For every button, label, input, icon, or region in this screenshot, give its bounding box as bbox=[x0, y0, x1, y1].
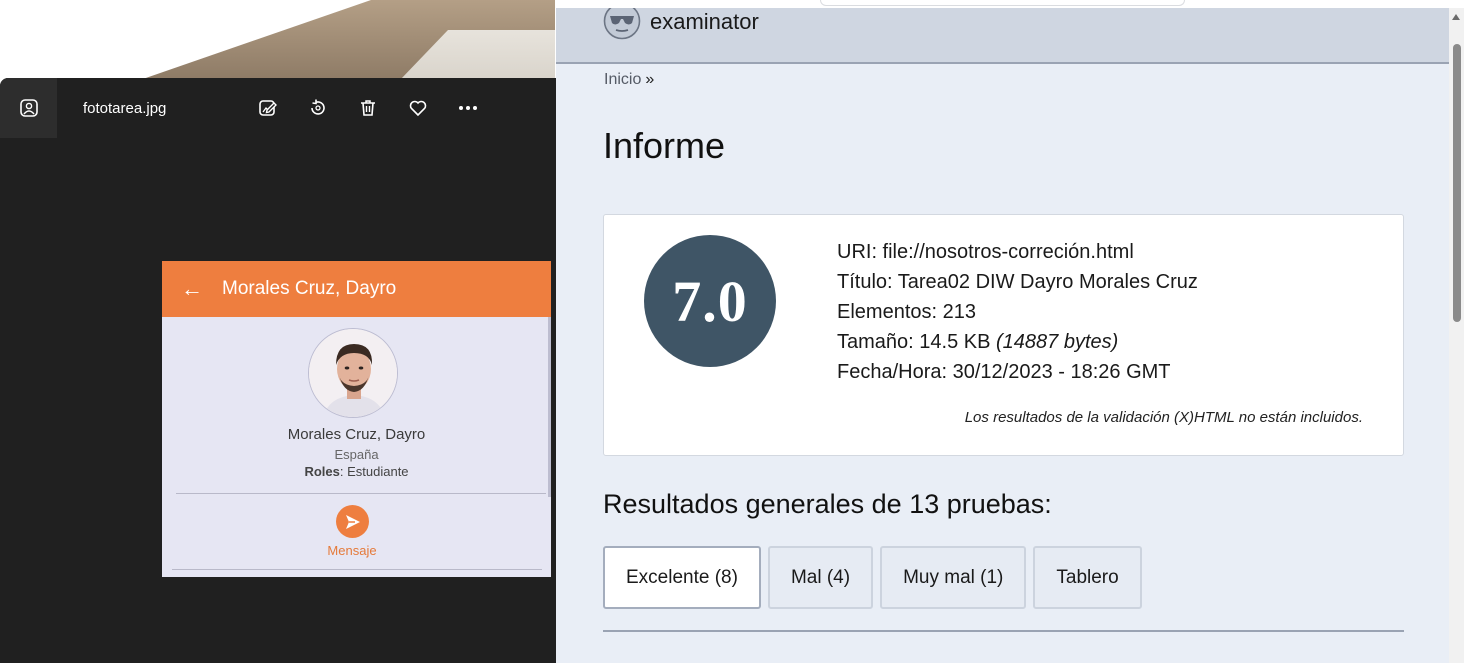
profile-country: España bbox=[334, 447, 379, 462]
scroll-up-arrow-icon[interactable] bbox=[1452, 14, 1460, 20]
photo-divider bbox=[176, 493, 546, 494]
validation-note: Los resultados de la validación (X)HTML … bbox=[964, 409, 1363, 426]
report-title: Título: Tarea02 DIW Dayro Morales Cruz bbox=[837, 271, 1198, 293]
breadcrumb-home-link[interactable]: Inicio bbox=[604, 71, 641, 88]
profile-roles: Roles: Estudiante bbox=[162, 464, 551, 479]
breadcrumb: Inicio» bbox=[604, 71, 654, 89]
report-elements: Elementos: 213 bbox=[837, 301, 976, 323]
site-header: examinator bbox=[556, 8, 1449, 64]
photo-viewer-window: fototarea.jpg ← Morales Cruz, Dayro Mora… bbox=[0, 78, 556, 663]
report-datetime: Fecha/Hora: 30/12/2023 - 18:26 GMT bbox=[837, 361, 1171, 383]
more-icon[interactable] bbox=[443, 88, 493, 128]
site-brand[interactable]: examinator bbox=[650, 9, 759, 35]
report-metadata: URI: file://nosotros-correción.html Títu… bbox=[837, 237, 1198, 387]
breadcrumb-separator: » bbox=[645, 71, 655, 88]
report-size-bytes: (14887 bytes) bbox=[995, 331, 1119, 353]
roles-value: : Estudiante bbox=[339, 464, 409, 479]
avatar bbox=[308, 328, 398, 418]
file-name: fototarea.jpg bbox=[83, 99, 167, 117]
tab-excelente[interactable]: Excelente (8) bbox=[603, 546, 761, 609]
delete-icon[interactable] bbox=[343, 88, 393, 128]
profile-name: Morales Cruz, Dayro bbox=[287, 426, 426, 443]
report-size: Tamaño: 14.5 KB (14887 bytes) bbox=[837, 327, 1198, 357]
report-card: 7.0 URI: file://nosotros-correción.html … bbox=[603, 214, 1404, 456]
viewer-tools bbox=[243, 88, 493, 128]
results-heading: Resultados generales de 13 pruebas: bbox=[603, 489, 1052, 519]
desktop: fototarea.jpg ← Morales Cruz, Dayro Mora… bbox=[0, 0, 1464, 663]
score-badge: 7.0 bbox=[644, 235, 776, 367]
photo-header: ← Morales Cruz, Dayro bbox=[162, 261, 551, 317]
send-message-icon bbox=[336, 505, 369, 538]
scrollbar-thumb[interactable] bbox=[1453, 44, 1461, 322]
back-arrow-icon: ← bbox=[181, 276, 203, 301]
message-label: Mensaje bbox=[327, 543, 377, 558]
tab-muy-mal[interactable]: Muy mal (1) bbox=[880, 546, 1027, 609]
section-divider bbox=[603, 630, 1404, 632]
roles-label: Roles bbox=[304, 464, 340, 479]
edit-image-icon[interactable] bbox=[243, 88, 293, 128]
displayed-photo: ← Morales Cruz, Dayro Morales Cruz, Dayr… bbox=[162, 261, 551, 577]
gallery-icon[interactable] bbox=[0, 78, 57, 138]
tab-mal[interactable]: Mal (4) bbox=[767, 546, 874, 609]
desktop-wallpaper bbox=[0, 0, 555, 80]
page-scrollbar[interactable] bbox=[1449, 8, 1464, 663]
photo-header-title: Morales Cruz, Dayro bbox=[222, 278, 397, 299]
report-size-kb: Tamaño: 14.5 KB bbox=[837, 331, 996, 353]
favorite-icon[interactable] bbox=[393, 88, 443, 128]
browser-page: examinator Inicio» Informe 7.0 URI: file… bbox=[556, 8, 1449, 663]
sunglasses-face-icon[interactable] bbox=[603, 8, 641, 40]
rotate-icon[interactable] bbox=[293, 88, 343, 128]
photo-divider-bottom bbox=[172, 569, 542, 570]
page-title: Informe bbox=[603, 125, 726, 166]
address-bar[interactable] bbox=[820, 0, 1185, 6]
report-uri: URI: file://nosotros-correción.html bbox=[837, 241, 1134, 263]
tab-tablero[interactable]: Tablero bbox=[1033, 546, 1142, 609]
results-tabs: Excelente (8) Mal (4) Muy mal (1) Tabler… bbox=[603, 546, 1149, 609]
viewer-toolbar: fototarea.jpg bbox=[0, 78, 556, 138]
